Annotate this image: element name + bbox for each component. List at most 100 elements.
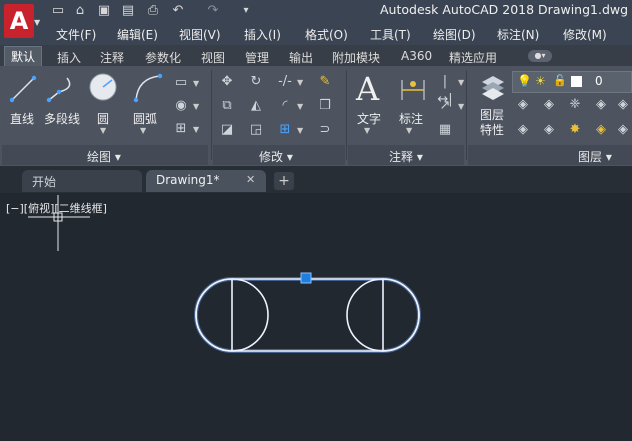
tab-manage[interactable]: 管理 [245, 49, 269, 66]
autocad-logo-icon: A [4, 4, 34, 38]
menu-draw[interactable]: 绘图(D) [433, 26, 476, 43]
layer-match-icon[interactable]: ◈ [614, 96, 632, 114]
menu-format[interactable]: 格式(O) [305, 26, 348, 43]
layer-properties-icon [482, 76, 504, 100]
layer-freeze-icon[interactable]: ❈ [566, 96, 584, 114]
layer-isolate-icon[interactable]: ◈ [540, 96, 558, 114]
chevron-down-icon[interactable]: ▼ [100, 126, 106, 135]
ribbon-options-icon[interactable]: ●▾ [528, 50, 552, 62]
undo-icon[interactable]: ↶ [170, 3, 186, 19]
current-layer-name: 0 [595, 74, 603, 88]
hatch-icon[interactable]: ◉ [172, 97, 190, 115]
chevron-down-icon[interactable]: ▼ [297, 126, 303, 135]
chevron-down-icon[interactable]: ▼ [458, 78, 464, 87]
menu-modify[interactable]: 修改(M) [563, 26, 607, 43]
chevron-down-icon[interactable]: ▼ [297, 78, 303, 87]
chevron-down-icon[interactable]: ▼ [297, 102, 303, 111]
copy-icon[interactable]: ⧉ [218, 97, 236, 115]
tab-drawing1[interactable]: Drawing1* ✕ [146, 170, 266, 192]
chevron-down-icon[interactable]: ▼ [193, 125, 199, 134]
move-icon[interactable]: ✥ [218, 73, 236, 91]
polyline-button[interactable]: 多段线 [44, 110, 80, 127]
layer-thaw-icon[interactable]: ✸ [566, 121, 584, 139]
erase-icon[interactable]: ✎ [316, 73, 334, 91]
panel-divider [211, 70, 212, 160]
panel-divider [466, 70, 467, 160]
unlock-icon: 🔓 [553, 74, 567, 87]
rectangle-icon[interactable]: ▭ [172, 74, 190, 92]
line-button[interactable]: 直线 [10, 110, 34, 127]
arc-button[interactable]: 圆弧 [133, 110, 157, 127]
leader-icon[interactable]: ↗ [436, 97, 454, 115]
grip-handle[interactable] [300, 272, 312, 284]
close-icon[interactable]: ✕ [246, 173, 255, 186]
rotate-icon[interactable]: ↻ [247, 73, 265, 91]
chevron-down-icon[interactable]: ▼ [458, 102, 464, 111]
print-icon[interactable]: ⎙ [145, 3, 161, 19]
table-icon[interactable]: ▦ [436, 121, 454, 139]
menu-dimension[interactable]: 标注(N) [497, 26, 539, 43]
menu-edit[interactable]: 编辑(E) [117, 26, 158, 43]
tab-default[interactable]: 默认 [4, 46, 42, 67]
layer-dropdown[interactable]: 💡 ☀ 🔓 0 [512, 71, 632, 93]
tab-view[interactable]: 视图 [201, 49, 225, 66]
annotation-panel-title[interactable]: 注释 ▾ [389, 148, 423, 165]
trim-icon[interactable]: -/- [276, 73, 294, 91]
tab-a360[interactable]: A360 [401, 49, 432, 63]
boundary-icon[interactable]: ⊞ [172, 120, 190, 138]
lightbulb-icon: 💡 [517, 74, 532, 88]
tab-output[interactable]: 输出 [289, 49, 313, 66]
chevron-down-icon[interactable]: ▼ [193, 79, 199, 88]
menu-insert[interactable]: 插入(I) [244, 26, 281, 43]
menu-tools[interactable]: 工具(T) [370, 26, 411, 43]
layer-unisolate-icon[interactable]: ◈ [540, 121, 558, 139]
layer-properties-button[interactable]: 图层 特性 [480, 108, 504, 138]
tab-parametric[interactable]: 参数化 [145, 49, 181, 66]
layers-panel-title[interactable]: 图层 ▾ [578, 148, 612, 165]
explode-icon[interactable]: ❒ [316, 97, 334, 115]
dimension-button[interactable]: 标注 [399, 110, 423, 127]
layer-walk-icon[interactable]: ◈ [614, 121, 632, 139]
fillet-icon[interactable]: ◜ [276, 97, 294, 115]
crosshair-cursor [28, 195, 90, 251]
tab-annotate[interactable]: 注释 [100, 49, 124, 66]
layer-lock-icon[interactable]: ◈ [592, 96, 610, 114]
layer-unlock-icon[interactable]: ◈ [592, 121, 610, 139]
tab-start[interactable]: 开始 [22, 170, 142, 192]
array-icon[interactable]: ⊞ [276, 121, 294, 139]
tab-insert[interactable]: 插入 [57, 49, 81, 66]
chevron-down-icon[interactable]: ▼ [406, 126, 412, 135]
menu-file[interactable]: 文件(F) [56, 26, 96, 43]
circle-tool-icon [89, 73, 117, 101]
open-icon[interactable]: ⌂ [72, 3, 88, 19]
tab-addins[interactable]: 附加模块 [332, 49, 380, 66]
sun-icon: ☀ [535, 74, 546, 88]
selected-geometry[interactable] [180, 268, 435, 363]
layer-on-icon[interactable]: ◈ [514, 121, 532, 139]
draw-panel-title[interactable]: 绘图 ▾ [87, 148, 121, 165]
new-icon[interactable]: ▭ [50, 3, 66, 19]
circle-button[interactable]: 圆 [97, 110, 109, 127]
chevron-down-icon[interactable]: ▼ [364, 126, 370, 135]
chevron-down-icon[interactable]: ▼ [193, 102, 199, 111]
polyline-tool-icon [46, 77, 71, 103]
menu-view[interactable]: 视图(V) [179, 26, 221, 43]
chevron-down-icon[interactable]: ▼ [140, 126, 146, 135]
scale-icon[interactable]: ◲ [247, 121, 265, 139]
line-tool-icon [9, 75, 37, 103]
text-button[interactable]: 文字 [357, 110, 381, 127]
mirror-icon[interactable]: ◭ [247, 97, 265, 115]
tab-featured-apps[interactable]: 精选应用 [449, 49, 497, 66]
linear-dimension-icon[interactable]: |↔| [436, 73, 454, 107]
stretch-icon[interactable]: ◪ [218, 121, 236, 139]
saveas-icon[interactable]: ▤ [120, 3, 136, 19]
modify-panel-title[interactable]: 修改 ▾ [259, 148, 293, 165]
panel-divider [346, 70, 347, 160]
new-tab-button[interactable]: + [274, 172, 294, 190]
offset-icon[interactable]: ⊃ [316, 121, 334, 139]
customize-icon[interactable]: ▾ [238, 3, 254, 19]
save-icon[interactable]: ▣ [96, 3, 112, 19]
application-menu-button[interactable]: A ▼ [2, 2, 40, 40]
redo-icon[interactable]: ↷ [205, 3, 221, 19]
layer-off-icon[interactable]: ◈ [514, 96, 532, 114]
